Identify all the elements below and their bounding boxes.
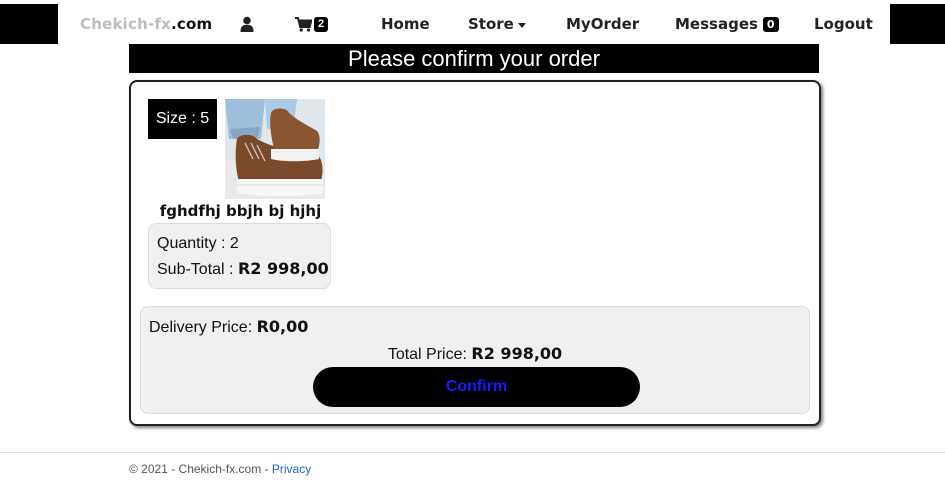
nav-messages[interactable]: Messages 0: [675, 15, 779, 33]
delivery-label: Delivery Price:: [149, 319, 253, 336]
nav-store-dropdown[interactable]: Store: [468, 15, 526, 33]
order-summary: Delivery Price: R0,00 Total Price: R2 99…: [140, 306, 810, 414]
order-card: Size : 5 fghdfhj bbjh bj hjhj Quantity :…: [129, 80, 821, 426]
brand-domain: .com: [170, 15, 213, 33]
footer-divider: [0, 452, 945, 453]
cart-link[interactable]: 2: [295, 14, 329, 34]
messages-count-badge: 0: [762, 16, 779, 32]
size-label: Size : 5: [148, 99, 217, 139]
subtotal-value: R2 998,00: [237, 259, 329, 278]
brand-logo[interactable]: Chekich-fx.com: [80, 15, 212, 33]
product-image: [225, 99, 325, 199]
caret-down-icon: [517, 22, 526, 28]
nav-logout[interactable]: Logout: [814, 15, 873, 33]
product-name: fghdfhj bbjh bj hjhj: [159, 202, 322, 220]
quantity-box: Quantity : 2 Sub-Total : R2 998,00: [148, 223, 331, 289]
nav-store-label: Store: [468, 15, 514, 33]
page-title: Please confirm your order: [129, 44, 819, 73]
brand-name: Chekich-fx: [80, 15, 171, 33]
total-price: Total Price: R2 998,00: [141, 344, 809, 364]
total-value: R2 998,00: [471, 344, 563, 363]
user-icon: [240, 16, 254, 32]
account-link[interactable]: [240, 14, 254, 34]
subtotal-row: Sub-Total : R2 998,00: [157, 259, 329, 284]
footer-copyright: © 2021 - Chekich-fx.com -: [129, 462, 272, 476]
nav-myorder[interactable]: MyOrder: [566, 15, 639, 33]
nav-home[interactable]: Home: [381, 15, 430, 33]
cart-count-badge: 2: [314, 16, 329, 32]
delivery-value: R0,00: [256, 317, 309, 336]
privacy-link[interactable]: Privacy: [272, 462, 311, 476]
footer: © 2021 - Chekich-fx.com - Privacy: [129, 462, 311, 476]
delivery-price: Delivery Price: R0,00: [149, 317, 308, 337]
navbar: Chekich-fx.com 2 Home Store MyOrder Mess…: [58, 4, 890, 44]
total-label: Total Price:: [387, 346, 467, 363]
shopping-cart-icon: [295, 16, 312, 32]
quantity-label: Quantity : 2: [157, 235, 239, 252]
nav-messages-label: Messages: [675, 15, 758, 33]
confirm-button[interactable]: Confirm: [313, 367, 640, 407]
subtotal-label: Sub-Total :: [157, 261, 234, 278]
